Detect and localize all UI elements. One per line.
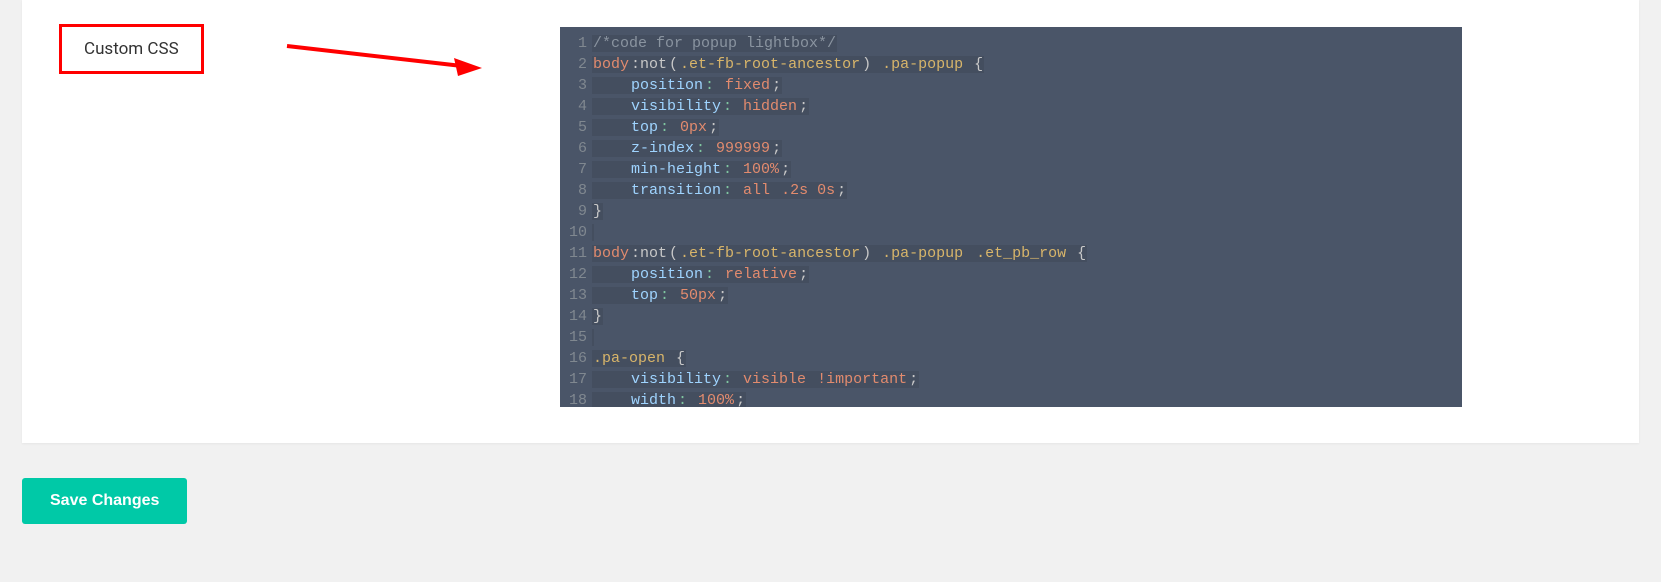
- code-text[interactable]: min-height: 100%;: [592, 159, 791, 180]
- settings-panel: Custom CSS 1/*code for popup lightbox*/2…: [22, 0, 1639, 443]
- line-number: 8: [560, 180, 592, 201]
- line-number: 16: [560, 348, 592, 369]
- code-line[interactable]: 17 visibility: visible !important;: [560, 369, 1462, 390]
- code-line[interactable]: 4 visibility: hidden;: [560, 96, 1462, 117]
- code-line[interactable]: 13 top: 50px;: [560, 285, 1462, 306]
- code-line[interactable]: 16.pa-open {: [560, 348, 1462, 369]
- code-text[interactable]: }: [592, 201, 603, 222]
- line-number: 9: [560, 201, 592, 222]
- code-text[interactable]: /*code for popup lightbox*/: [592, 33, 837, 54]
- code-line[interactable]: 12 position: relative;: [560, 264, 1462, 285]
- code-text[interactable]: visibility: hidden;: [592, 96, 809, 117]
- code-text[interactable]: body:not(.et-fb-root-ancestor) .pa-popup…: [592, 54, 984, 75]
- code-line[interactable]: 15: [560, 327, 1462, 348]
- code-text[interactable]: position: fixed;: [592, 75, 782, 96]
- code-line[interactable]: 14}: [560, 306, 1462, 327]
- line-number: 5: [560, 117, 592, 138]
- code-text[interactable]: position: relative;: [592, 264, 809, 285]
- code-line[interactable]: 5 top: 0px;: [560, 117, 1462, 138]
- css-code-editor[interactable]: 1/*code for popup lightbox*/2body:not(.e…: [560, 27, 1462, 407]
- code-line[interactable]: 10: [560, 222, 1462, 243]
- save-changes-button[interactable]: Save Changes: [22, 478, 187, 524]
- code-text[interactable]: z-index: 999999;: [592, 138, 782, 159]
- code-text[interactable]: top: 50px;: [592, 285, 728, 306]
- save-button-label: Save Changes: [50, 492, 159, 509]
- code-text[interactable]: .pa-open {: [592, 348, 686, 369]
- code-line[interactable]: 7 min-height: 100%;: [560, 159, 1462, 180]
- line-number: 4: [560, 96, 592, 117]
- line-number: 1: [560, 33, 592, 54]
- line-number: 14: [560, 306, 592, 327]
- code-text[interactable]: [592, 222, 594, 243]
- code-text[interactable]: width: 100%;: [592, 390, 746, 407]
- line-number: 7: [560, 159, 592, 180]
- arrow-icon: [282, 38, 482, 78]
- line-number: 11: [560, 243, 592, 264]
- code-line[interactable]: 18 width: 100%;: [560, 390, 1462, 407]
- code-line[interactable]: 9}: [560, 201, 1462, 222]
- code-line[interactable]: 1/*code for popup lightbox*/: [560, 33, 1462, 54]
- line-number: 2: [560, 54, 592, 75]
- line-number: 6: [560, 138, 592, 159]
- code-text[interactable]: transition: all .2s 0s;: [592, 180, 847, 201]
- line-number: 17: [560, 369, 592, 390]
- label-text: Custom CSS: [84, 39, 179, 59]
- code-text[interactable]: visibility: visible !important;: [592, 369, 919, 390]
- code-line[interactable]: 11body:not(.et-fb-root-ancestor) .pa-pop…: [560, 243, 1462, 264]
- line-number: 10: [560, 222, 592, 243]
- code-text[interactable]: top: 0px;: [592, 117, 719, 138]
- code-line[interactable]: 2body:not(.et-fb-root-ancestor) .pa-popu…: [560, 54, 1462, 75]
- code-text[interactable]: body:not(.et-fb-root-ancestor) .pa-popup…: [592, 243, 1087, 264]
- code-text[interactable]: [592, 327, 594, 348]
- line-number: 3: [560, 75, 592, 96]
- line-number: 18: [560, 390, 592, 407]
- code-line[interactable]: 6 z-index: 999999;: [560, 138, 1462, 159]
- line-number: 13: [560, 285, 592, 306]
- line-number: 15: [560, 327, 592, 348]
- custom-css-label: Custom CSS: [59, 24, 204, 74]
- code-text[interactable]: }: [592, 306, 603, 327]
- code-line[interactable]: 8 transition: all .2s 0s;: [560, 180, 1462, 201]
- code-line[interactable]: 3 position: fixed;: [560, 75, 1462, 96]
- line-number: 12: [560, 264, 592, 285]
